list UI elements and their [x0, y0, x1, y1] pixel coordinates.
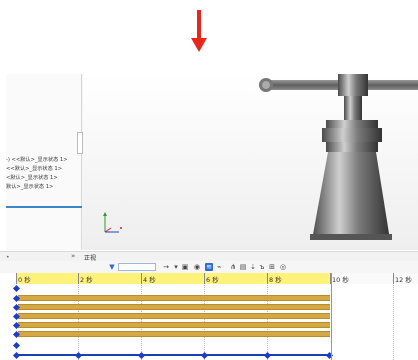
tick-label: 8 秒 — [269, 276, 282, 284]
timeline-selection — [16, 273, 330, 284]
gravity-icon[interactable]: ⋔ — [229, 263, 237, 271]
tree-item[interactable]: -) <<默认>_显示状态 1> — [6, 156, 82, 165]
calculate-icon[interactable]: ▣ — [181, 263, 189, 271]
study-type-select[interactable] — [118, 263, 156, 271]
tree-item[interactable]: <默认>_显示状态 1> — [6, 174, 82, 183]
tick-label: 0 秒 — [18, 276, 31, 284]
keyframe[interactable] — [12, 341, 21, 350]
tick-label: 2 秒 — [80, 276, 93, 284]
tick-label: 12 秒 — [395, 276, 412, 284]
timeline-tracks[interactable] — [0, 284, 418, 360]
axis-triad-icon — [103, 212, 122, 233]
arrow-right-icon[interactable]: → — [162, 263, 170, 271]
feature-tree-panel: -) <<默认>_显示状态 1> <<默认>_显示状态 1> <默认>_显示状态… — [6, 74, 83, 250]
plot-icon[interactable]: ⊞ — [268, 263, 276, 271]
time-bar[interactable] — [331, 273, 332, 360]
part-model — [259, 74, 418, 240]
expand-chevron-icon[interactable]: » — [71, 252, 75, 260]
tick-label: 10 秒 — [332, 276, 349, 284]
tick-label: 4 秒 — [143, 276, 156, 284]
filter-icon[interactable]: ▼ — [108, 263, 116, 271]
track-bar[interactable] — [18, 304, 330, 310]
screen: -) <<默认>_显示状态 1> <<默认>_显示状态 1> <默认>_显示状态… — [0, 0, 418, 360]
track-bar[interactable] — [18, 331, 330, 337]
tick-label: 6 秒 — [206, 276, 219, 284]
track-bar[interactable] — [18, 313, 330, 319]
panel-divider — [6, 206, 82, 208]
feature-tree: -) <<默认>_显示状态 1> <<默认>_显示状态 1> <默认>_显示状态… — [6, 156, 82, 192]
track-bar[interactable] — [18, 295, 330, 301]
contact-icon[interactable]: ⌁ — [215, 263, 223, 271]
cad-window: -) <<默认>_显示状态 1> <<默认>_显示状态 1> <默认>_显示状态… — [6, 74, 418, 250]
options-icon[interactable]: ◎ — [279, 263, 287, 271]
tree-item[interactable]: 默认>_显示状态 1> — [6, 183, 82, 192]
splitter-grip-icon: • — [6, 254, 10, 261]
motor-icon[interactable]: ◉ — [193, 263, 201, 271]
track-bar-selected[interactable] — [18, 354, 330, 356]
force-icon[interactable]: ⇣ — [249, 263, 257, 271]
pane-splitter[interactable]: • » 正视 — [0, 251, 418, 262]
results-icon[interactable]: ▤ — [239, 263, 247, 271]
keyframe[interactable] — [12, 284, 21, 293]
motion-toolbar: ▼ → ▾ ▣ ◉ ≋ ⌁ ⋔ ▤ ⇣ ъ ⊞ ◎ — [0, 261, 418, 273]
track-bar[interactable] — [18, 322, 330, 328]
damper-icon[interactable]: ъ — [258, 263, 266, 271]
spring-icon[interactable]: ≋ — [205, 263, 213, 271]
red-arrow-icon — [191, 10, 207, 52]
timeline-ruler[interactable]: 0 秒 2 秒 4 秒 6 秒 8 秒 10 秒 12 秒 — [16, 273, 418, 284]
tree-item[interactable]: <<默认>_显示状态 1> — [6, 165, 82, 174]
dropdown-icon[interactable]: ▾ — [172, 263, 180, 271]
